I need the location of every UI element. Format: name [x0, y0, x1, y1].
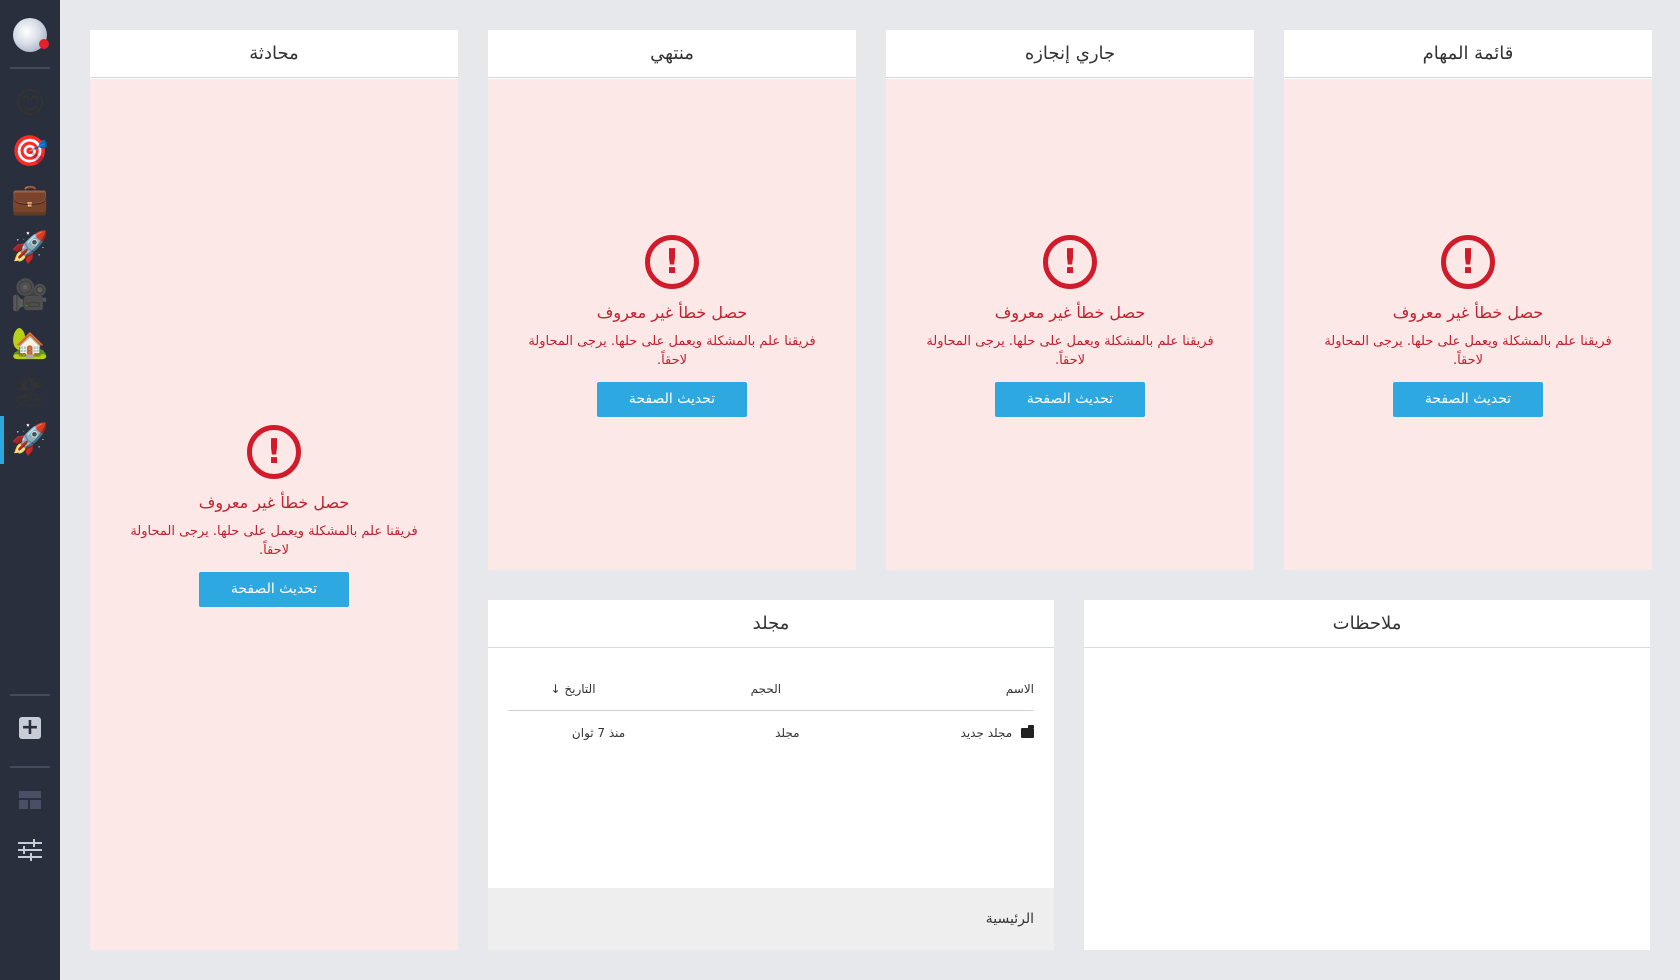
column-date[interactable]: التاريخ ↓ — [508, 682, 626, 696]
panel-title: مجلد — [488, 600, 1054, 648]
error-title: حصل خطأ غير معروف — [994, 303, 1146, 322]
file-table: الاسم الحجم التاريخ ↓ مجلد جديد مجلد منذ… — [508, 667, 1034, 755]
sidebar-divider — [10, 766, 50, 768]
error-state: ! حصل خطأ غير معروف فريقنا علم بالمشكلة … — [1284, 79, 1652, 570]
error-message: فريقنا علم بالمشكلة ويعمل على حلها. يرجى… — [1324, 334, 1612, 368]
refresh-page-button[interactable]: تحديث الصفحة — [1393, 382, 1543, 417]
sidebar-divider — [10, 67, 50, 69]
error-state: ! حصل خطأ غير معروف فريقنا علم بالمشكلة … — [886, 79, 1254, 570]
settings-button[interactable] — [0, 830, 60, 870]
in-progress-panel: جاري إنجازه ! حصل خطأ غير معروف فريقنا ع… — [886, 30, 1254, 570]
app-house-icon[interactable]: 🏡 — [0, 320, 60, 368]
app-beach-icon[interactable]: 🏖 — [0, 368, 60, 416]
error-state: ! حصل خطأ غير معروف فريقنا علم بالمشكلة … — [488, 79, 856, 570]
error-title: حصل خطأ غير معروف — [198, 493, 350, 512]
notes-editor[interactable] — [1084, 649, 1650, 950]
file-name: مجلد جديد — [800, 725, 1034, 740]
column-size[interactable]: الحجم — [626, 682, 781, 696]
app-rocket-icon[interactable]: 🚀 — [0, 224, 60, 272]
panel-title: ملاحظات — [1084, 600, 1650, 648]
error-title: حصل خطأ غير معروف — [596, 303, 748, 322]
app-rocket-active-icon[interactable]: 🚀 — [0, 416, 60, 464]
folder-body: الاسم الحجم التاريخ ↓ مجلد جديد مجلد منذ… — [488, 649, 1054, 950]
column-name[interactable]: الاسم — [781, 682, 1034, 696]
refresh-page-button[interactable]: تحديث الصفحة — [199, 572, 349, 607]
panel-title: محادثة — [90, 30, 458, 78]
error-message: فريقنا علم بالمشكلة ويعمل على حلها. يرجى… — [926, 334, 1214, 368]
app-target-icon[interactable]: 🎯 — [0, 128, 60, 176]
refresh-page-button[interactable]: تحديث الصفحة — [995, 382, 1145, 417]
refresh-page-button[interactable]: تحديث الصفحة — [597, 382, 747, 417]
app-movie-camera-icon[interactable]: 🎥 — [0, 272, 60, 320]
sidebar-divider — [10, 694, 50, 696]
workspace-logo[interactable] — [13, 18, 49, 52]
folder-icon — [1021, 725, 1034, 738]
plus-icon: + — [19, 715, 41, 740]
error-icon: ! — [1441, 235, 1495, 289]
app-briefcase-icon[interactable]: 💼 — [0, 176, 60, 224]
error-message: فريقنا علم بالمشكلة ويعمل على حلها. يرجى… — [130, 524, 418, 558]
error-state: ! حصل خطأ غير معروف فريقنا علم بالمشكلة … — [90, 79, 458, 950]
panel-title: قائمة المهام — [1284, 30, 1652, 78]
table-header: الاسم الحجم التاريخ ↓ — [508, 667, 1034, 711]
sort-arrow-icon: ↓ — [550, 681, 561, 696]
error-icon: ! — [247, 425, 301, 479]
sidebar: 😊 🎯 💼 🚀 🎥 🏡 🏖 🚀 + — [0, 0, 60, 980]
done-panel: منتهي ! حصل خطأ غير معروف فريقنا علم بال… — [488, 30, 856, 570]
file-size: مجلد — [775, 726, 800, 740]
file-date: منذ 7 ثوان — [571, 726, 626, 740]
error-icon: ! — [645, 235, 699, 289]
panel-title: منتهي — [488, 30, 856, 78]
error-message: فريقنا علم بالمشكلة ويعمل على حلها. يرجى… — [528, 334, 816, 368]
add-app-button[interactable]: + — [0, 708, 60, 748]
breadcrumb-home[interactable]: الرئيسية — [986, 911, 1034, 927]
error-icon: ! — [1043, 235, 1097, 289]
error-title: حصل خطأ غير معروف — [1392, 303, 1544, 322]
app-smiley-icon[interactable]: 😊 — [0, 80, 60, 128]
notes-panel: ملاحظات — [1084, 600, 1650, 950]
panel-title: جاري إنجازه — [886, 30, 1254, 78]
dashboard-icon — [19, 791, 41, 809]
tune-icon — [18, 839, 42, 861]
column-date-label: التاريخ — [564, 681, 596, 696]
dashboard-layout-button[interactable] — [0, 780, 60, 820]
folder-panel: مجلد الاسم الحجم التاريخ ↓ مجلد جديد مجل… — [488, 600, 1054, 950]
chat-panel: محادثة ! حصل خطأ غير معروف فريقنا علم با… — [90, 30, 458, 950]
tasks-panel: قائمة المهام ! حصل خطأ غير معروف فريقنا … — [1284, 30, 1652, 570]
table-row[interactable]: مجلد جديد مجلد منذ 7 ثوان — [508, 711, 1034, 755]
breadcrumb: الرئيسية — [488, 888, 1054, 950]
